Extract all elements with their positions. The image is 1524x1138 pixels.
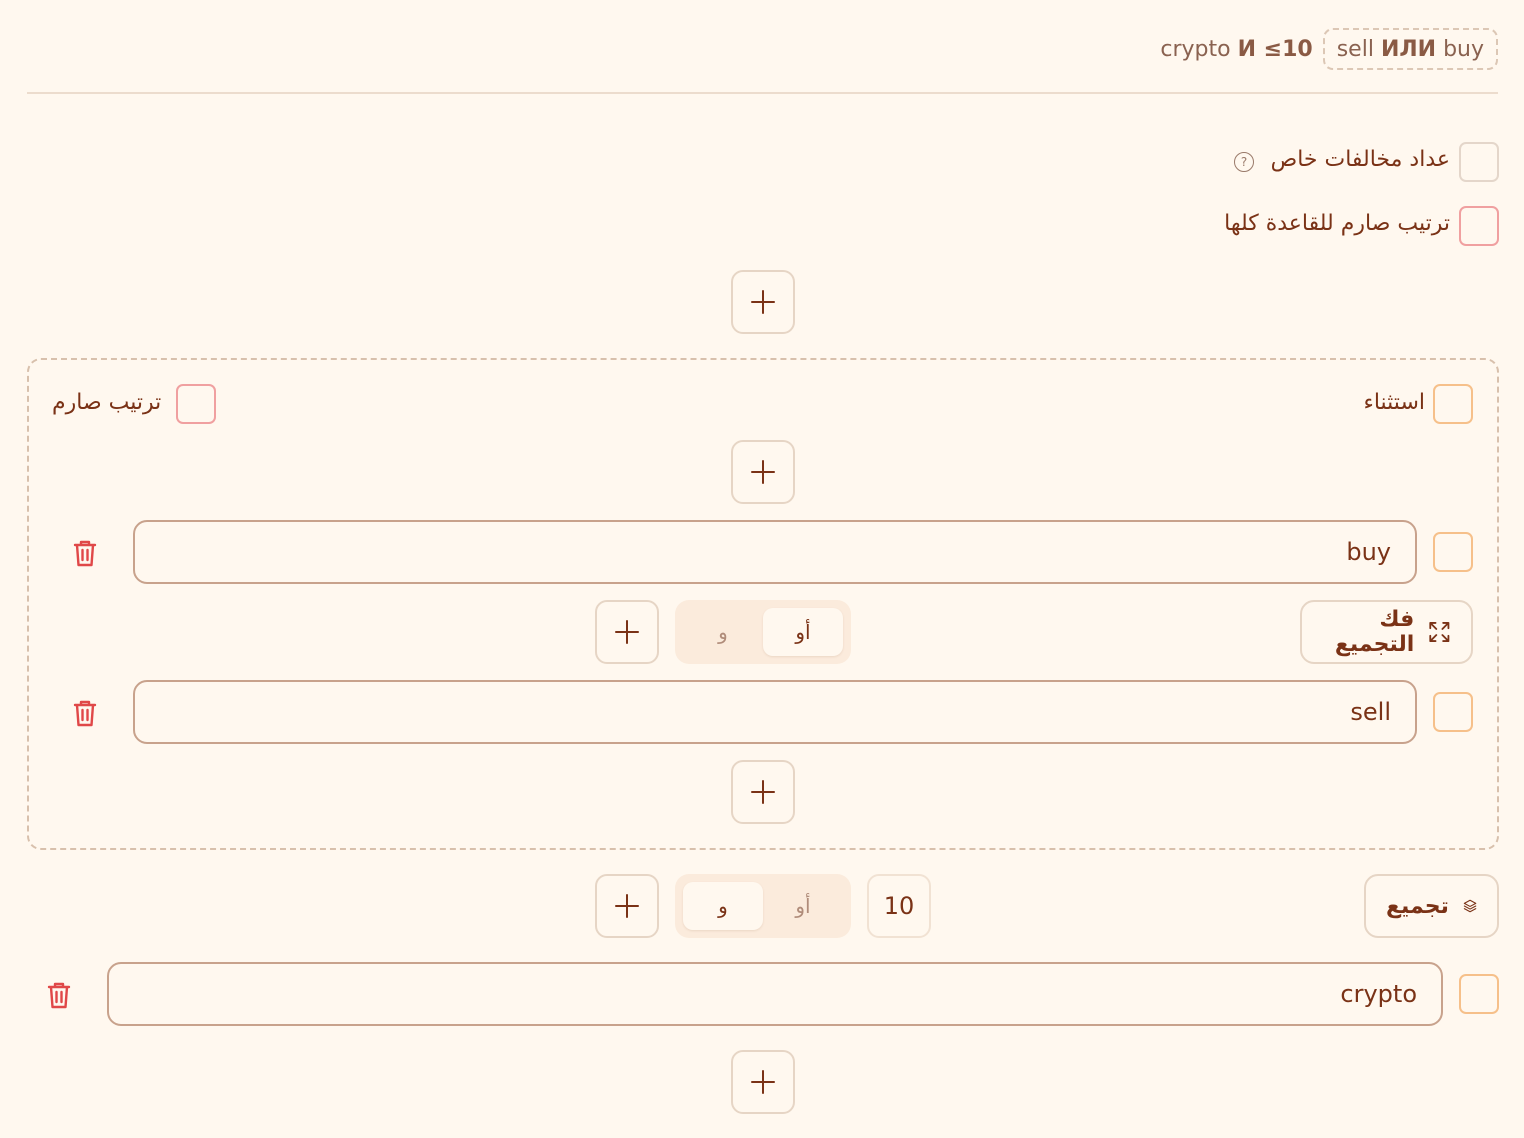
group-button[interactable]: تجميع [1364, 874, 1499, 938]
plus-icon [751, 460, 775, 484]
help-icon[interactable]: ? [1234, 152, 1254, 172]
strict-order-whole-rule-label: ترتيب صارم للقاعدة كلها [1224, 211, 1450, 236]
max-count-value: 10 [883, 892, 915, 920]
trash-icon [73, 700, 97, 727]
item-checkbox-buy[interactable] [1433, 532, 1473, 572]
root-operator-toggle: أو و [675, 874, 851, 938]
exception-checkbox[interactable] [1433, 384, 1473, 424]
ungroup-label: فك التجميع [1334, 607, 1415, 657]
summary-left: crypto И ≤10 [1160, 37, 1312, 62]
rule-summary: crypto И ≤10 sell ИЛИ buy [1160, 28, 1498, 70]
root-operator-and[interactable]: و [683, 882, 763, 930]
help-glyph: ? [1240, 155, 1248, 169]
condition-input-sell[interactable]: sell [133, 680, 1417, 744]
condition-value: crypto [1340, 980, 1417, 1008]
group-add-inline-button[interactable] [595, 600, 659, 664]
plus-icon [615, 620, 639, 644]
trash-icon [73, 540, 97, 567]
plus-icon [751, 290, 775, 314]
trash-icon [47, 982, 71, 1009]
custom-violation-counter-checkbox[interactable] [1459, 142, 1499, 182]
item-checkbox-crypto[interactable] [1459, 974, 1499, 1014]
strict-order-whole-rule-checkbox[interactable] [1459, 206, 1499, 246]
delete-item-crypto[interactable] [44, 979, 74, 1011]
root-operator-or[interactable]: أو [763, 882, 843, 930]
group-add-bottom-button[interactable] [731, 760, 795, 824]
condition-input-crypto[interactable]: crypto [107, 962, 1443, 1026]
group-strict-order-label: ترتيب صارم [52, 390, 162, 415]
group-label: تجميع [1386, 893, 1449, 919]
exception-label: استثناء [1363, 390, 1425, 415]
condition-value: sell [1350, 698, 1391, 726]
delete-item-sell[interactable] [70, 697, 100, 729]
header-divider [27, 92, 1498, 94]
condition-value: buy [1346, 538, 1391, 566]
group-strict-order-checkbox[interactable] [176, 384, 216, 424]
summary-term-buy: buy [1443, 36, 1484, 62]
group-add-top-button[interactable] [731, 440, 795, 504]
summary-term-sell: sell [1336, 36, 1374, 62]
max-count-input[interactable]: 10 [867, 874, 931, 938]
plus-icon [615, 894, 639, 918]
summary-operator-or: ИЛИ [1380, 36, 1437, 62]
summary-term-crypto: crypto [1160, 36, 1231, 62]
summary-operator-and: И ≤10 [1237, 36, 1313, 62]
root-add-inline-button[interactable] [595, 874, 659, 938]
add-bottom-button[interactable] [731, 1050, 795, 1114]
group-operator-and[interactable]: و [683, 608, 763, 656]
condition-input-buy[interactable]: buy [133, 520, 1417, 584]
custom-violation-counter-label: عداد مخالفات خاص [1270, 147, 1450, 172]
expand-arrows-icon [1429, 622, 1450, 642]
summary-group-chip: sell ИЛИ buy [1322, 28, 1498, 70]
plus-icon [751, 780, 775, 804]
plus-icon [751, 1070, 775, 1094]
group-operator-or[interactable]: أو [763, 608, 843, 656]
delete-item-buy[interactable] [70, 537, 100, 569]
add-top-button[interactable] [731, 270, 795, 334]
layers-icon [1463, 899, 1477, 913]
item-checkbox-sell[interactable] [1433, 692, 1473, 732]
group-operator-toggle: أو و [675, 600, 851, 664]
ungroup-button[interactable]: فك التجميع [1300, 600, 1473, 664]
